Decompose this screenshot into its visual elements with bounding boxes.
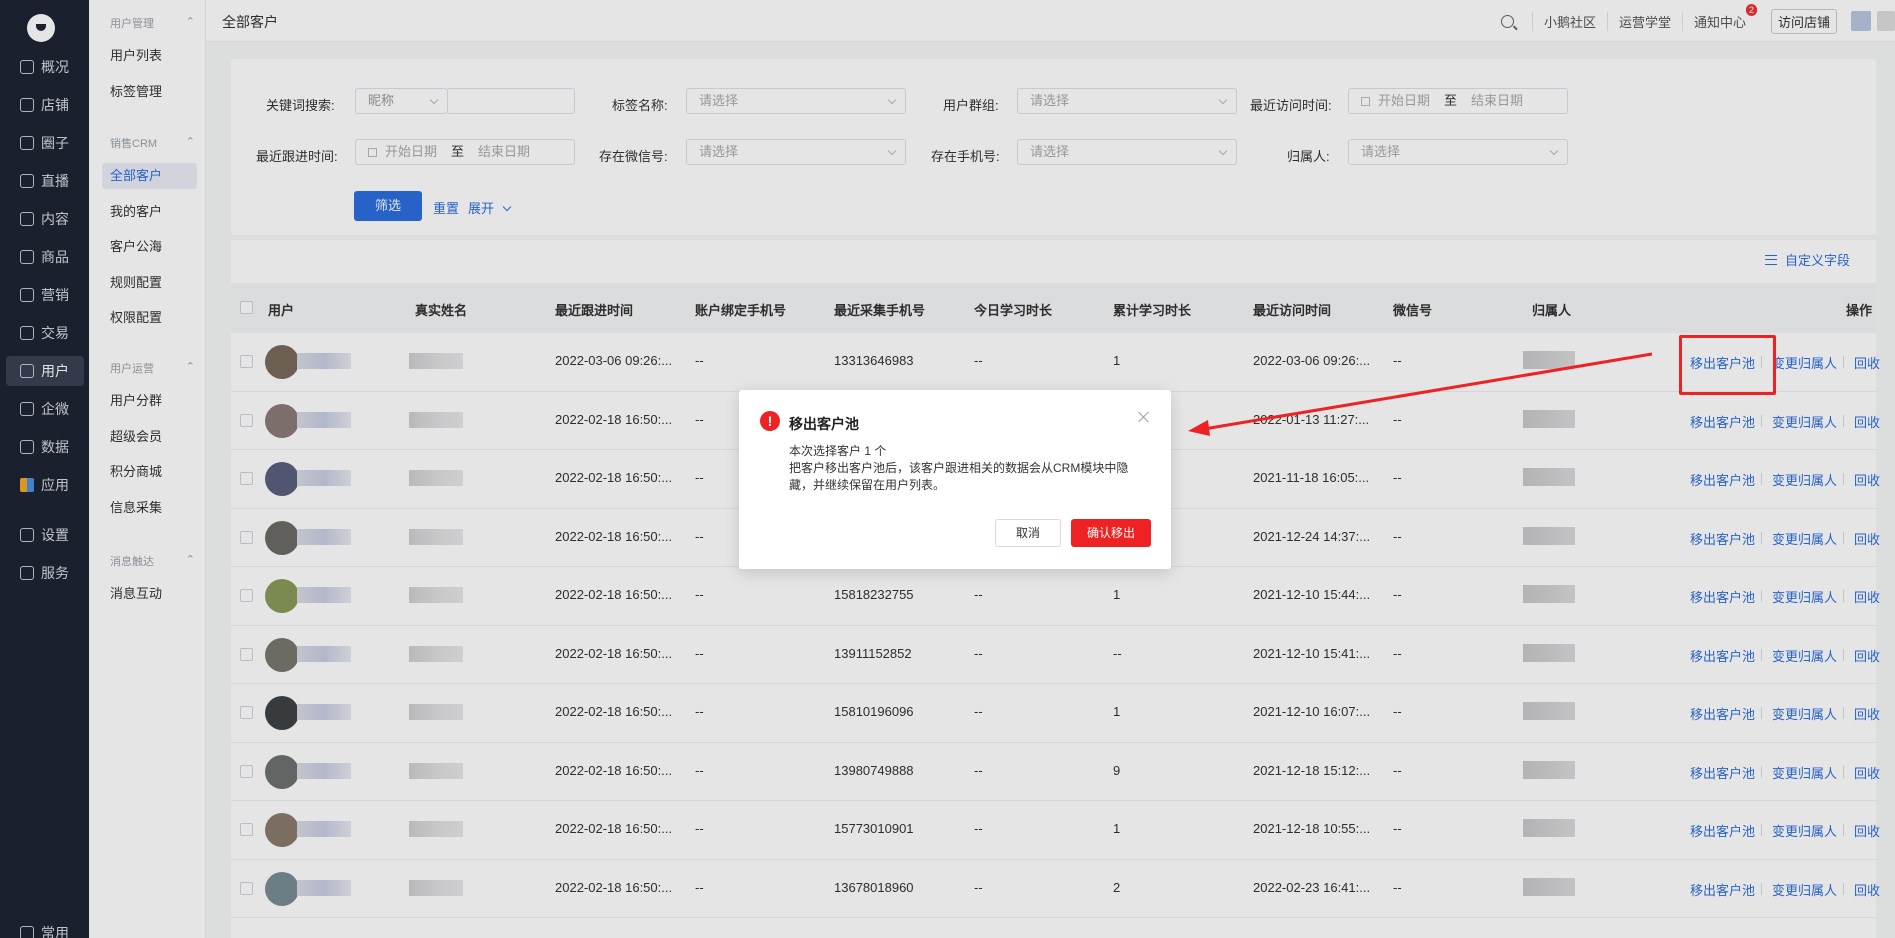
close-icon[interactable] [1137,410,1151,424]
confirm-remove-button[interactable]: 确认移出 [1071,519,1151,547]
app-root: 概况 店铺 圈子 直播 内容 商品 营销 交易 用户 企微 数据 应用 设置 服务 常用 用户管理 ⌃ 用户列… [0,0,1895,938]
arrow-line [1197,352,1653,432]
cancel-button[interactable]: 取消 [995,519,1061,547]
dialog-line-count: 本次选择客户 1 个 [789,444,887,458]
dialog-line-desc: 把客户移出客户池后，该客户跟进相关的数据会从CRM模块中隐藏，并继续保留在用户列… [789,461,1129,492]
remove-dialog: ! 移出客户池 本次选择客户 1 个 把客户移出客户池后，该客户跟进相关的数据会… [739,390,1171,569]
warning-icon: ! [760,411,780,431]
arrow-head [1188,420,1210,436]
dialog-title: 移出客户池 [789,416,859,432]
